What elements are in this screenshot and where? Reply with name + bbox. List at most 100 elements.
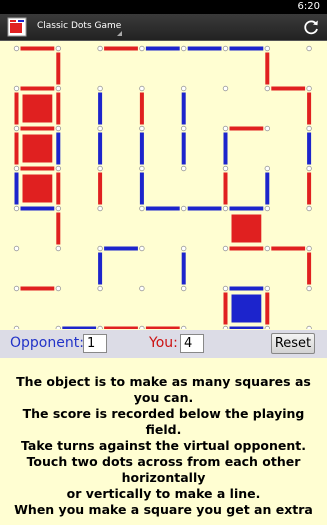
- line-vertical: [307, 172, 312, 205]
- grid-dot: [13, 325, 20, 329]
- line-horizontal: [20, 126, 55, 131]
- line-vertical: [181, 132, 186, 165]
- line-vertical: [56, 212, 61, 245]
- grid-dot: [139, 165, 145, 172]
- line-horizontal: [229, 206, 264, 211]
- grid-dot: [139, 45, 145, 52]
- grid-dot: [139, 205, 145, 212]
- score-bar: Opponent: 1 You: 4 Reset: [0, 330, 327, 358]
- line-horizontal: [229, 246, 264, 251]
- grid-dot: [97, 85, 103, 92]
- grid-dot: [180, 165, 187, 172]
- instruction-line: you can.: [133, 390, 194, 405]
- line-horizontal: [104, 326, 138, 329]
- line-horizontal: [20, 86, 55, 91]
- grid-dot: [139, 125, 145, 132]
- grid-dot: [139, 285, 145, 292]
- grid-dot: [97, 325, 103, 329]
- line-vertical: [181, 252, 186, 285]
- grid-dot: [306, 285, 312, 292]
- line-horizontal: [145, 326, 180, 329]
- grid-dot: [55, 45, 61, 52]
- grid-dot: [180, 85, 187, 92]
- grid-dot: [306, 165, 312, 172]
- grid-dot: [97, 125, 103, 132]
- app-title[interactable]: Classic Dots Game: [37, 20, 121, 32]
- line-vertical: [265, 292, 270, 325]
- line-horizontal: [145, 46, 180, 51]
- grid-dot: [13, 85, 20, 92]
- grid-dot: [264, 45, 270, 52]
- line-horizontal: [271, 86, 306, 91]
- reset-button[interactable]: Reset: [271, 333, 315, 354]
- grid-dot: [222, 85, 229, 92]
- grid-dot: [306, 85, 312, 92]
- grid-dot: [264, 285, 270, 292]
- dots-game-icon[interactable]: [7, 17, 27, 37]
- grid-dot: [139, 325, 145, 329]
- grid-dot: [13, 45, 20, 52]
- grid-dot: [180, 285, 187, 292]
- grid-dot: [55, 165, 61, 172]
- line-horizontal: [20, 166, 55, 171]
- line-horizontal: [187, 206, 222, 211]
- grid-dot: [306, 245, 312, 252]
- claimed-box: [22, 134, 53, 163]
- grid-dot: [55, 285, 61, 292]
- grid-dot: [181, 325, 187, 329]
- grid-dot: [264, 205, 270, 212]
- instruction-line: The object is to make as many squares as: [16, 374, 311, 389]
- line-vertical: [139, 132, 144, 165]
- grid-dot: [222, 325, 229, 329]
- opponent-label: Opponent:: [10, 335, 84, 351]
- status-time: 6:20: [297, 1, 320, 12]
- line-horizontal: [187, 46, 222, 51]
- instruction-line: When you make a square you get an extra: [14, 502, 313, 517]
- grid-dot: [306, 45, 312, 52]
- refresh-icon[interactable]: [301, 17, 321, 37]
- line-horizontal: [104, 46, 138, 51]
- grid-dot: [222, 205, 229, 212]
- line-vertical: [14, 132, 19, 165]
- claimed-box: [22, 94, 53, 123]
- grid-dot: [55, 125, 61, 132]
- grid-dot: [264, 245, 270, 252]
- instruction-line: or vertically to make a line.: [66, 486, 261, 501]
- instruction-line: The score is recorded below the playing: [22, 406, 305, 421]
- line-horizontal: [271, 246, 306, 251]
- you-score-field[interactable]: 4: [180, 334, 204, 353]
- grid-dot: [13, 245, 20, 252]
- grid-dot: [264, 125, 270, 132]
- grid-dot: [97, 45, 103, 52]
- line-horizontal: [62, 326, 97, 329]
- grid-dot: [264, 325, 270, 329]
- line-vertical: [181, 92, 186, 125]
- line-horizontal: [145, 206, 180, 211]
- grid-dot: [264, 85, 270, 92]
- line-horizontal: [229, 286, 264, 291]
- grid-dot: [97, 285, 103, 292]
- opponent-score-field[interactable]: 1: [83, 334, 107, 353]
- grid-dot: [97, 165, 103, 172]
- line-horizontal: [229, 326, 264, 329]
- game-board[interactable]: [0, 41, 327, 329]
- grid-dot: [139, 245, 145, 252]
- instruction-line: Take turns against the virtual opponent.: [21, 438, 306, 453]
- grid-dot: [13, 165, 20, 172]
- instructions: The object is to make as many squares as…: [0, 374, 327, 518]
- line-vertical: [98, 92, 103, 125]
- grid-dot: [306, 125, 312, 132]
- line-horizontal: [229, 46, 264, 51]
- line-vertical: [139, 92, 144, 125]
- grid-dot: [306, 205, 312, 212]
- grid-dot: [222, 245, 229, 252]
- line-vertical: [98, 172, 103, 205]
- line-horizontal: [20, 286, 55, 291]
- line-vertical: [56, 132, 61, 165]
- you-label: You:: [149, 335, 178, 351]
- grid-dot: [222, 125, 229, 132]
- line-vertical: [98, 252, 103, 285]
- status-bar: 6:20: [0, 0, 327, 14]
- grid-dot: [55, 85, 61, 92]
- grid-dot: [13, 285, 20, 292]
